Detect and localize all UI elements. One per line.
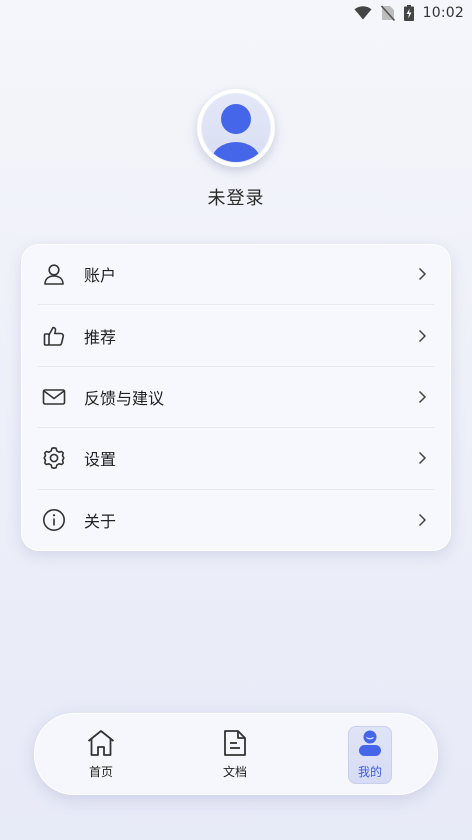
nav-label: 首页 (88, 765, 113, 779)
chevron-right-icon (418, 452, 427, 465)
user-icon (42, 262, 66, 286)
menu-item-recommend[interactable]: 推荐 (38, 305, 434, 367)
nav-label: 文档 (222, 765, 247, 779)
menu-item-account[interactable]: 账户 (38, 244, 434, 306)
chevron-right-icon (418, 329, 427, 342)
home-icon (87, 730, 115, 756)
wifi-icon (354, 6, 372, 20)
menu-item-about[interactable]: 关于 (38, 490, 434, 551)
status-bar: 10:02 (0, 0, 472, 26)
login-status[interactable]: 未登录 (0, 184, 472, 210)
chevron-right-icon (418, 514, 427, 527)
profile-icon (359, 730, 381, 756)
battery-charging-icon (403, 5, 414, 21)
menu-item-label: 账户 (84, 266, 117, 286)
document-icon (224, 730, 246, 756)
gear-icon (42, 446, 66, 470)
thumbs-up-icon (42, 324, 66, 348)
nav-item-docs[interactable]: 文档 (205, 727, 265, 783)
mail-icon (42, 385, 66, 409)
menu-card: 账户 推荐 反馈与建议 设置 关于 (21, 244, 451, 551)
nav-item-mine[interactable]: 我的 (340, 726, 400, 784)
default-user-avatar-icon (202, 94, 270, 162)
menu-item-feedback[interactable]: 反馈与建议 (38, 367, 434, 429)
menu-item-label: 关于 (84, 512, 117, 532)
chevron-right-icon (418, 390, 427, 403)
no-sim-icon (380, 5, 395, 21)
bottom-nav: 首页 文档 我的 (34, 713, 438, 795)
nav-label: 我的 (357, 765, 382, 779)
menu-item-settings[interactable]: 设置 (38, 428, 434, 490)
menu-item-label: 反馈与建议 (84, 388, 165, 408)
menu-item-label: 设置 (84, 450, 117, 470)
status-icons: 10:02 (354, 4, 464, 22)
status-time: 10:02 (422, 5, 464, 21)
nav-item-home[interactable]: 首页 (71, 727, 131, 783)
info-icon (42, 508, 66, 532)
chevron-right-icon (418, 268, 427, 281)
menu-item-label: 推荐 (84, 327, 117, 347)
avatar[interactable] (197, 89, 275, 167)
